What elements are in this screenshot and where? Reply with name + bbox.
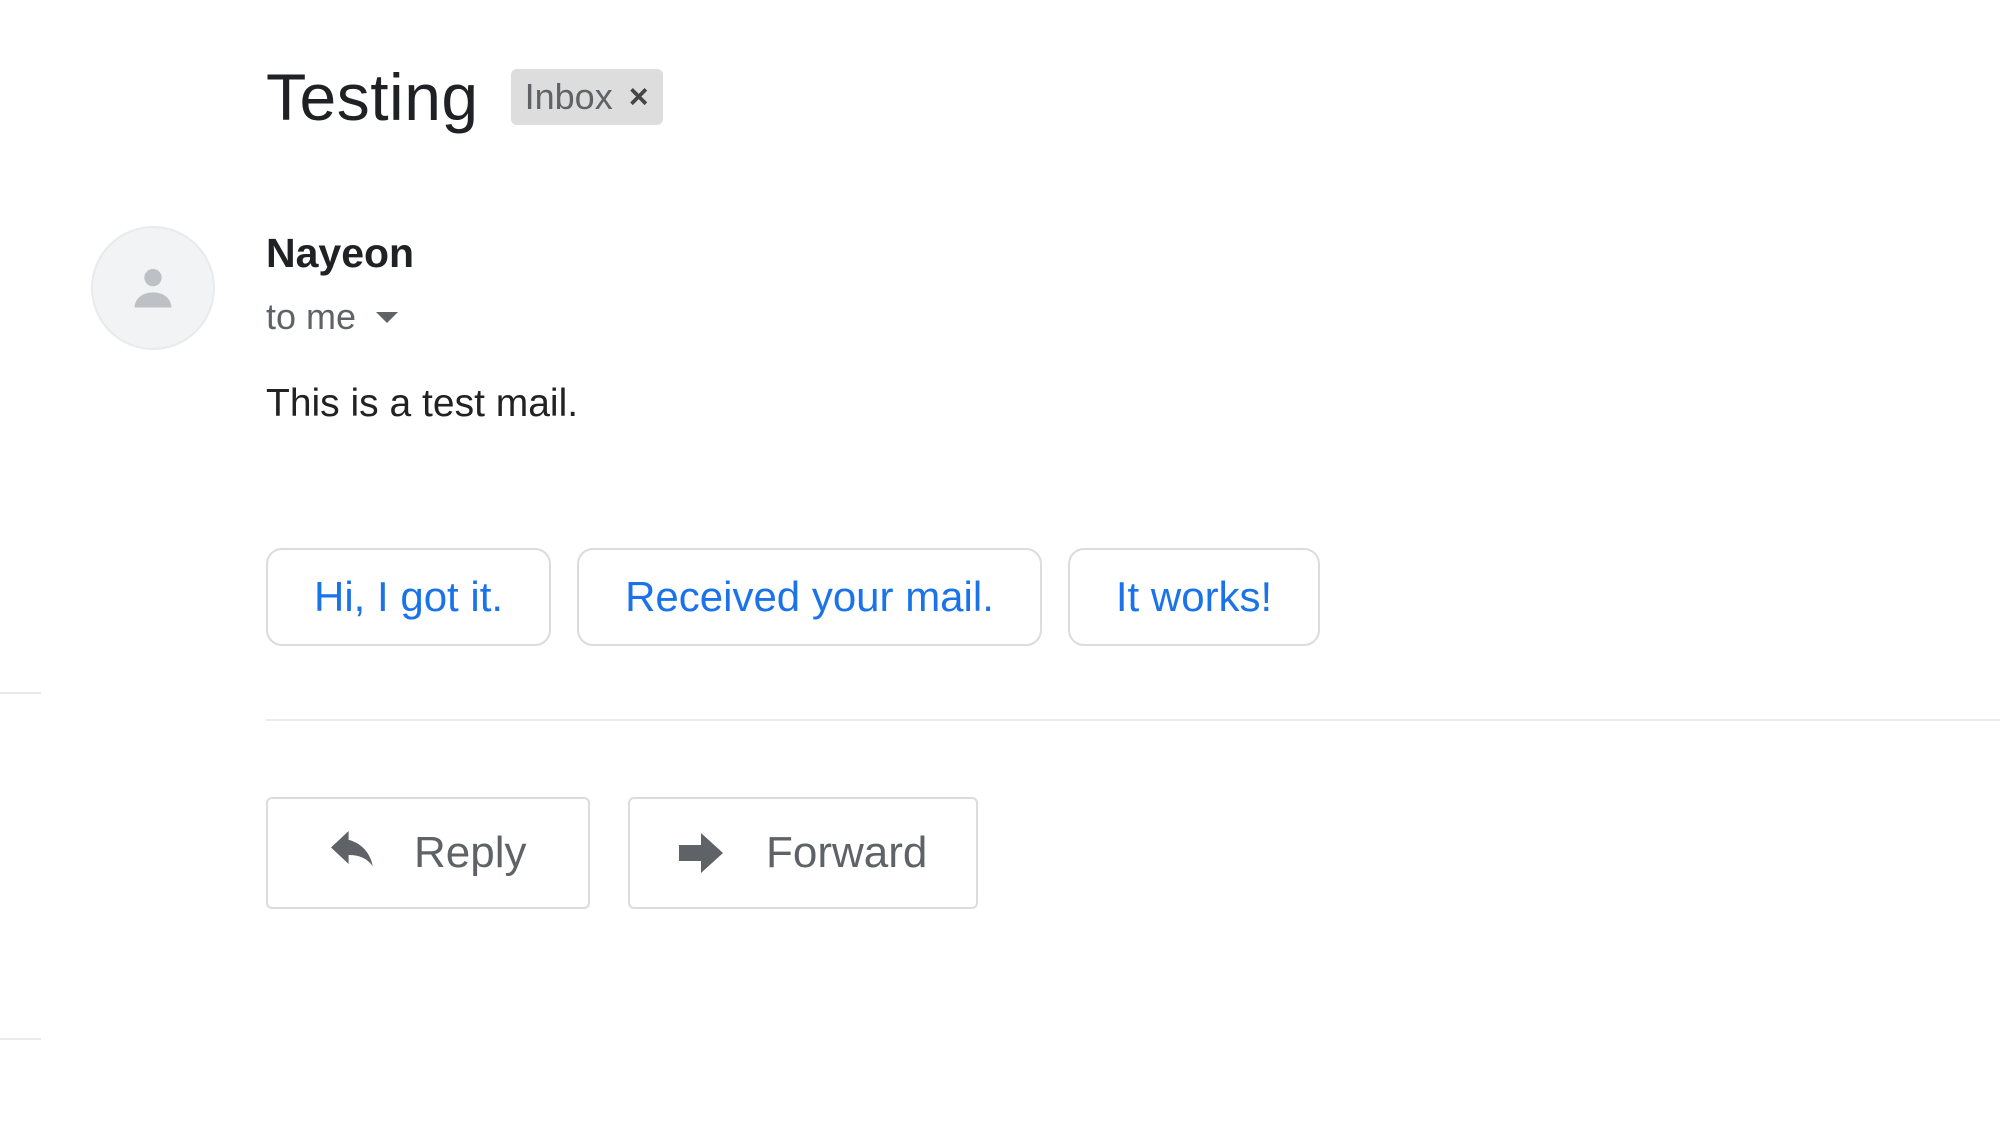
divider [0, 1038, 41, 1040]
subject-row: Testing Inbox × [266, 52, 663, 142]
forward-label: Forward [766, 828, 928, 877]
caret-down-icon[interactable] [376, 311, 399, 323]
message-body: This is a test mail. [266, 382, 579, 425]
recipients-toggle[interactable]: to me [266, 296, 399, 338]
divider [0, 692, 41, 694]
message-actions: Reply Forward [266, 797, 978, 909]
smart-replies: Hi, I got it. Received your mail. It wor… [266, 548, 1321, 646]
close-icon[interactable]: × [629, 78, 649, 117]
divider [266, 719, 2000, 721]
smart-reply-button[interactable]: Received your mail. [577, 548, 1042, 646]
recipients-text: to me [266, 296, 357, 337]
forward-icon [674, 826, 728, 880]
reply-button[interactable]: Reply [266, 797, 590, 909]
person-icon [134, 268, 172, 308]
smart-reply-button[interactable]: It works! [1067, 548, 1321, 646]
reply-label: Reply [414, 828, 527, 877]
label-chip-text: Inbox [524, 76, 613, 117]
forward-button[interactable]: Forward [628, 797, 978, 909]
reply-icon [326, 826, 380, 880]
smart-reply-button[interactable]: Hi, I got it. [266, 548, 552, 646]
sender-name[interactable]: Nayeon [266, 230, 414, 277]
thread-subject: Testing [266, 60, 479, 134]
inbox-label-chip[interactable]: Inbox × [510, 69, 663, 125]
sender-avatar[interactable] [91, 226, 215, 350]
